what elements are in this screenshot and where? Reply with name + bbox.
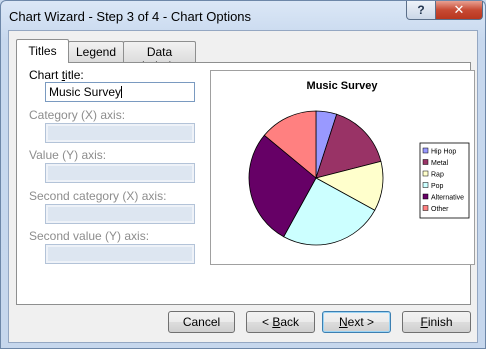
tab-legend-label: Legend: [75, 45, 117, 59]
legend-entry: Pop: [431, 183, 444, 190]
titles-panel: Chart title: Music Survey Category (X) a…: [16, 62, 475, 305]
second-value-y-axis-label: Second value (Y) axis:: [29, 229, 150, 243]
legend-entry: Other: [431, 206, 449, 213]
chart-preview: Music Survey Hip Hop Metal Rap Pop Alternativ…: [210, 70, 475, 265]
legend-swatch: [422, 147, 429, 154]
second-value-y-axis-input[interactable]: [45, 244, 195, 264]
legend-entry: Alternative: [431, 195, 464, 202]
second-category-x-axis-input[interactable]: [45, 204, 195, 224]
chart-title-input[interactable]: Music Survey: [45, 82, 195, 102]
next-label: Next >: [338, 315, 375, 329]
legend-swatch: [422, 193, 429, 200]
category-x-axis-input[interactable]: [45, 123, 195, 143]
legend-entry: Metal: [431, 160, 449, 167]
cancel-label: Cancel: [182, 315, 221, 329]
next-button[interactable]: Next >: [322, 311, 391, 333]
tab-legend[interactable]: Legend: [68, 41, 124, 62]
window-title: Chart Wizard - Step 3 of 4 - Chart Optio…: [9, 9, 252, 24]
tab-titles-label: Titles: [28, 44, 57, 58]
finish-label: Finish: [420, 315, 453, 329]
title-bar[interactable]: Chart Wizard - Step 3 of 4 - Chart Optio…: [1, 1, 485, 31]
close-icon: ✕: [453, 2, 465, 17]
legend-swatch: [422, 205, 429, 211]
back-button[interactable]: < Back: [246, 311, 315, 333]
finish-button[interactable]: Finish: [402, 311, 471, 333]
close-button[interactable]: ✕: [435, 1, 483, 20]
back-label: < Back: [261, 315, 300, 329]
pie-chart: Music Survey Hip Hop Metal Rap Pop Alternativ…: [248, 80, 470, 246]
chart-title-label: Chart title:: [29, 68, 84, 82]
help-button[interactable]: ?: [406, 1, 436, 20]
text-caret: [121, 86, 123, 98]
dialog-body: Titles Legend Data Labels Chart title: M…: [8, 30, 478, 343]
value-y-axis-label: Value (Y) axis:: [29, 148, 107, 162]
legend-swatch: [422, 170, 429, 177]
value-y-axis-input[interactable]: [45, 163, 195, 183]
chart-wizard-dialog: Chart Wizard - Step 3 of 4 - Chart Optio…: [0, 0, 486, 349]
legend-swatch: [422, 159, 429, 165]
legend-entry: Rap: [431, 172, 444, 179]
tab-titles[interactable]: Titles: [16, 39, 69, 63]
tab-data-labels[interactable]: Data Labels: [123, 41, 196, 73]
cancel-button[interactable]: Cancel: [168, 311, 235, 333]
chart-title: Music Survey: [307, 80, 379, 92]
second-category-x-axis-label: Second category (X) axis:: [29, 189, 167, 203]
legend-entry: Hip Hop: [431, 149, 456, 156]
help-icon: ?: [417, 3, 425, 17]
legend-swatch: [422, 182, 429, 188]
category-x-axis-label: Category (X) axis:: [29, 108, 126, 122]
